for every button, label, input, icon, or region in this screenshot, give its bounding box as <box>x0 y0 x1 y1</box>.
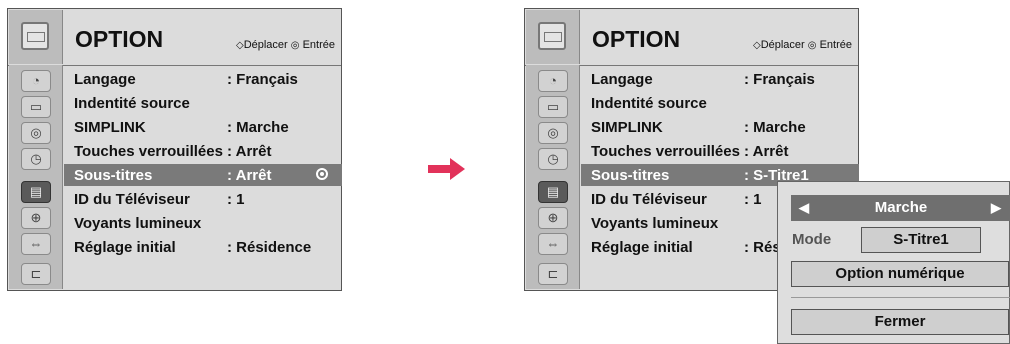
mode-label: Mode <box>792 231 832 248</box>
picture-icon[interactable]: ◔ <box>538 70 568 92</box>
divider <box>791 297 1010 298</box>
move-icon: ◇ <box>752 40 761 51</box>
lock-icon[interactable]: ⊕ <box>21 207 51 229</box>
menu-title: OPTION <box>75 26 164 52</box>
navigation-hint: ◇Déplacer ◎ Entrée <box>752 39 852 51</box>
enter-icon: ◎ <box>290 40 300 51</box>
enter-icon <box>316 168 328 180</box>
menu-item-simplink[interactable]: SIMPLINK: Marche <box>591 117 806 138</box>
menu-item-initial-setting[interactable]: Réglage initial: Résidence <box>74 237 311 258</box>
mode-select[interactable]: S-Titre1 <box>861 227 981 253</box>
menu-item-subtitles[interactable]: Sous-titres: Arrêt <box>74 165 271 186</box>
menu-item-key-lock[interactable]: Touches verrouillées: Arrêt <box>591 141 788 162</box>
menu-header: OPTION ◇Déplacer ◎ Entrée <box>525 9 858 66</box>
transition-arrow-icon <box>428 158 465 180</box>
audio-icon[interactable]: ◎ <box>21 122 51 144</box>
navigation-hint: ◇Déplacer ◎ Entrée <box>235 39 335 51</box>
screen-icon <box>9 10 63 64</box>
category-sidebar: ◔ ▭ ◎ ◷ ▤ ⊕ ⇔ ⊏ <box>526 65 580 289</box>
enter-icon: ◎ <box>807 40 817 51</box>
close-button[interactable]: Fermer <box>791 309 1009 335</box>
screen-icon <box>526 10 580 64</box>
lock-icon[interactable]: ⊕ <box>538 207 568 229</box>
menu-header: OPTION ◇Déplacer ◎ Entrée <box>8 9 341 66</box>
menu-item-langage[interactable]: Langage: Français <box>591 69 815 90</box>
move-icon: ◇ <box>235 40 244 51</box>
menu-item-tv-id[interactable]: ID du Téléviseur: 1 <box>591 189 762 210</box>
option-icon[interactable]: ▤ <box>21 181 51 203</box>
subtitle-popup: ◀ Marche ▶ Mode S-Titre1 Option numériqu… <box>777 181 1010 344</box>
menu-title: OPTION <box>592 26 681 52</box>
menu-item-initial-setting[interactable]: Réglage initial: Rés <box>591 237 781 258</box>
subtitle-toggle[interactable]: ◀ Marche ▶ <box>791 195 1010 221</box>
menu-item-indicators[interactable]: Voyants lumineux <box>591 213 718 234</box>
toggle-value: Marche <box>874 199 928 216</box>
menu-item-source[interactable]: Indentité source <box>591 93 707 114</box>
menu-item-source[interactable]: Indentité source <box>74 93 190 114</box>
time-icon[interactable]: ◷ <box>538 148 568 170</box>
arrow-right-icon[interactable]: ▶ <box>991 195 1001 221</box>
option-menu-left: OPTION ◇Déplacer ◎ Entrée ◔ ▭ ◎ ◷ ▤ ⊕ ⇔ … <box>7 8 342 291</box>
picture-icon[interactable]: ◔ <box>21 70 51 92</box>
menu-item-subtitles[interactable]: Sous-titres: S-Titre1 <box>591 165 809 186</box>
menu-item-simplink[interactable]: SIMPLINK: Marche <box>74 117 289 138</box>
usb-icon[interactable]: ⊏ <box>538 263 568 285</box>
time-icon[interactable]: ◷ <box>21 148 51 170</box>
usb-icon[interactable]: ⊏ <box>21 263 51 285</box>
menu-item-indicators[interactable]: Voyants lumineux <box>74 213 201 234</box>
category-sidebar: ◔ ▭ ◎ ◷ ▤ ⊕ ⇔ ⊏ <box>9 65 63 289</box>
screen-icon[interactable]: ▭ <box>538 96 568 118</box>
digital-option-button[interactable]: Option numérique <box>791 261 1009 287</box>
audio-icon[interactable]: ◎ <box>538 122 568 144</box>
option-icon[interactable]: ▤ <box>538 181 568 203</box>
input-icon[interactable]: ⇔ <box>21 233 51 255</box>
input-icon[interactable]: ⇔ <box>538 233 568 255</box>
screen-icon[interactable]: ▭ <box>21 96 51 118</box>
menu-item-key-lock[interactable]: Touches verrouillées: Arrêt <box>74 141 271 162</box>
menu-item-langage[interactable]: Langage: Français <box>74 69 298 90</box>
menu-item-tv-id[interactable]: ID du Téléviseur: 1 <box>74 189 245 210</box>
